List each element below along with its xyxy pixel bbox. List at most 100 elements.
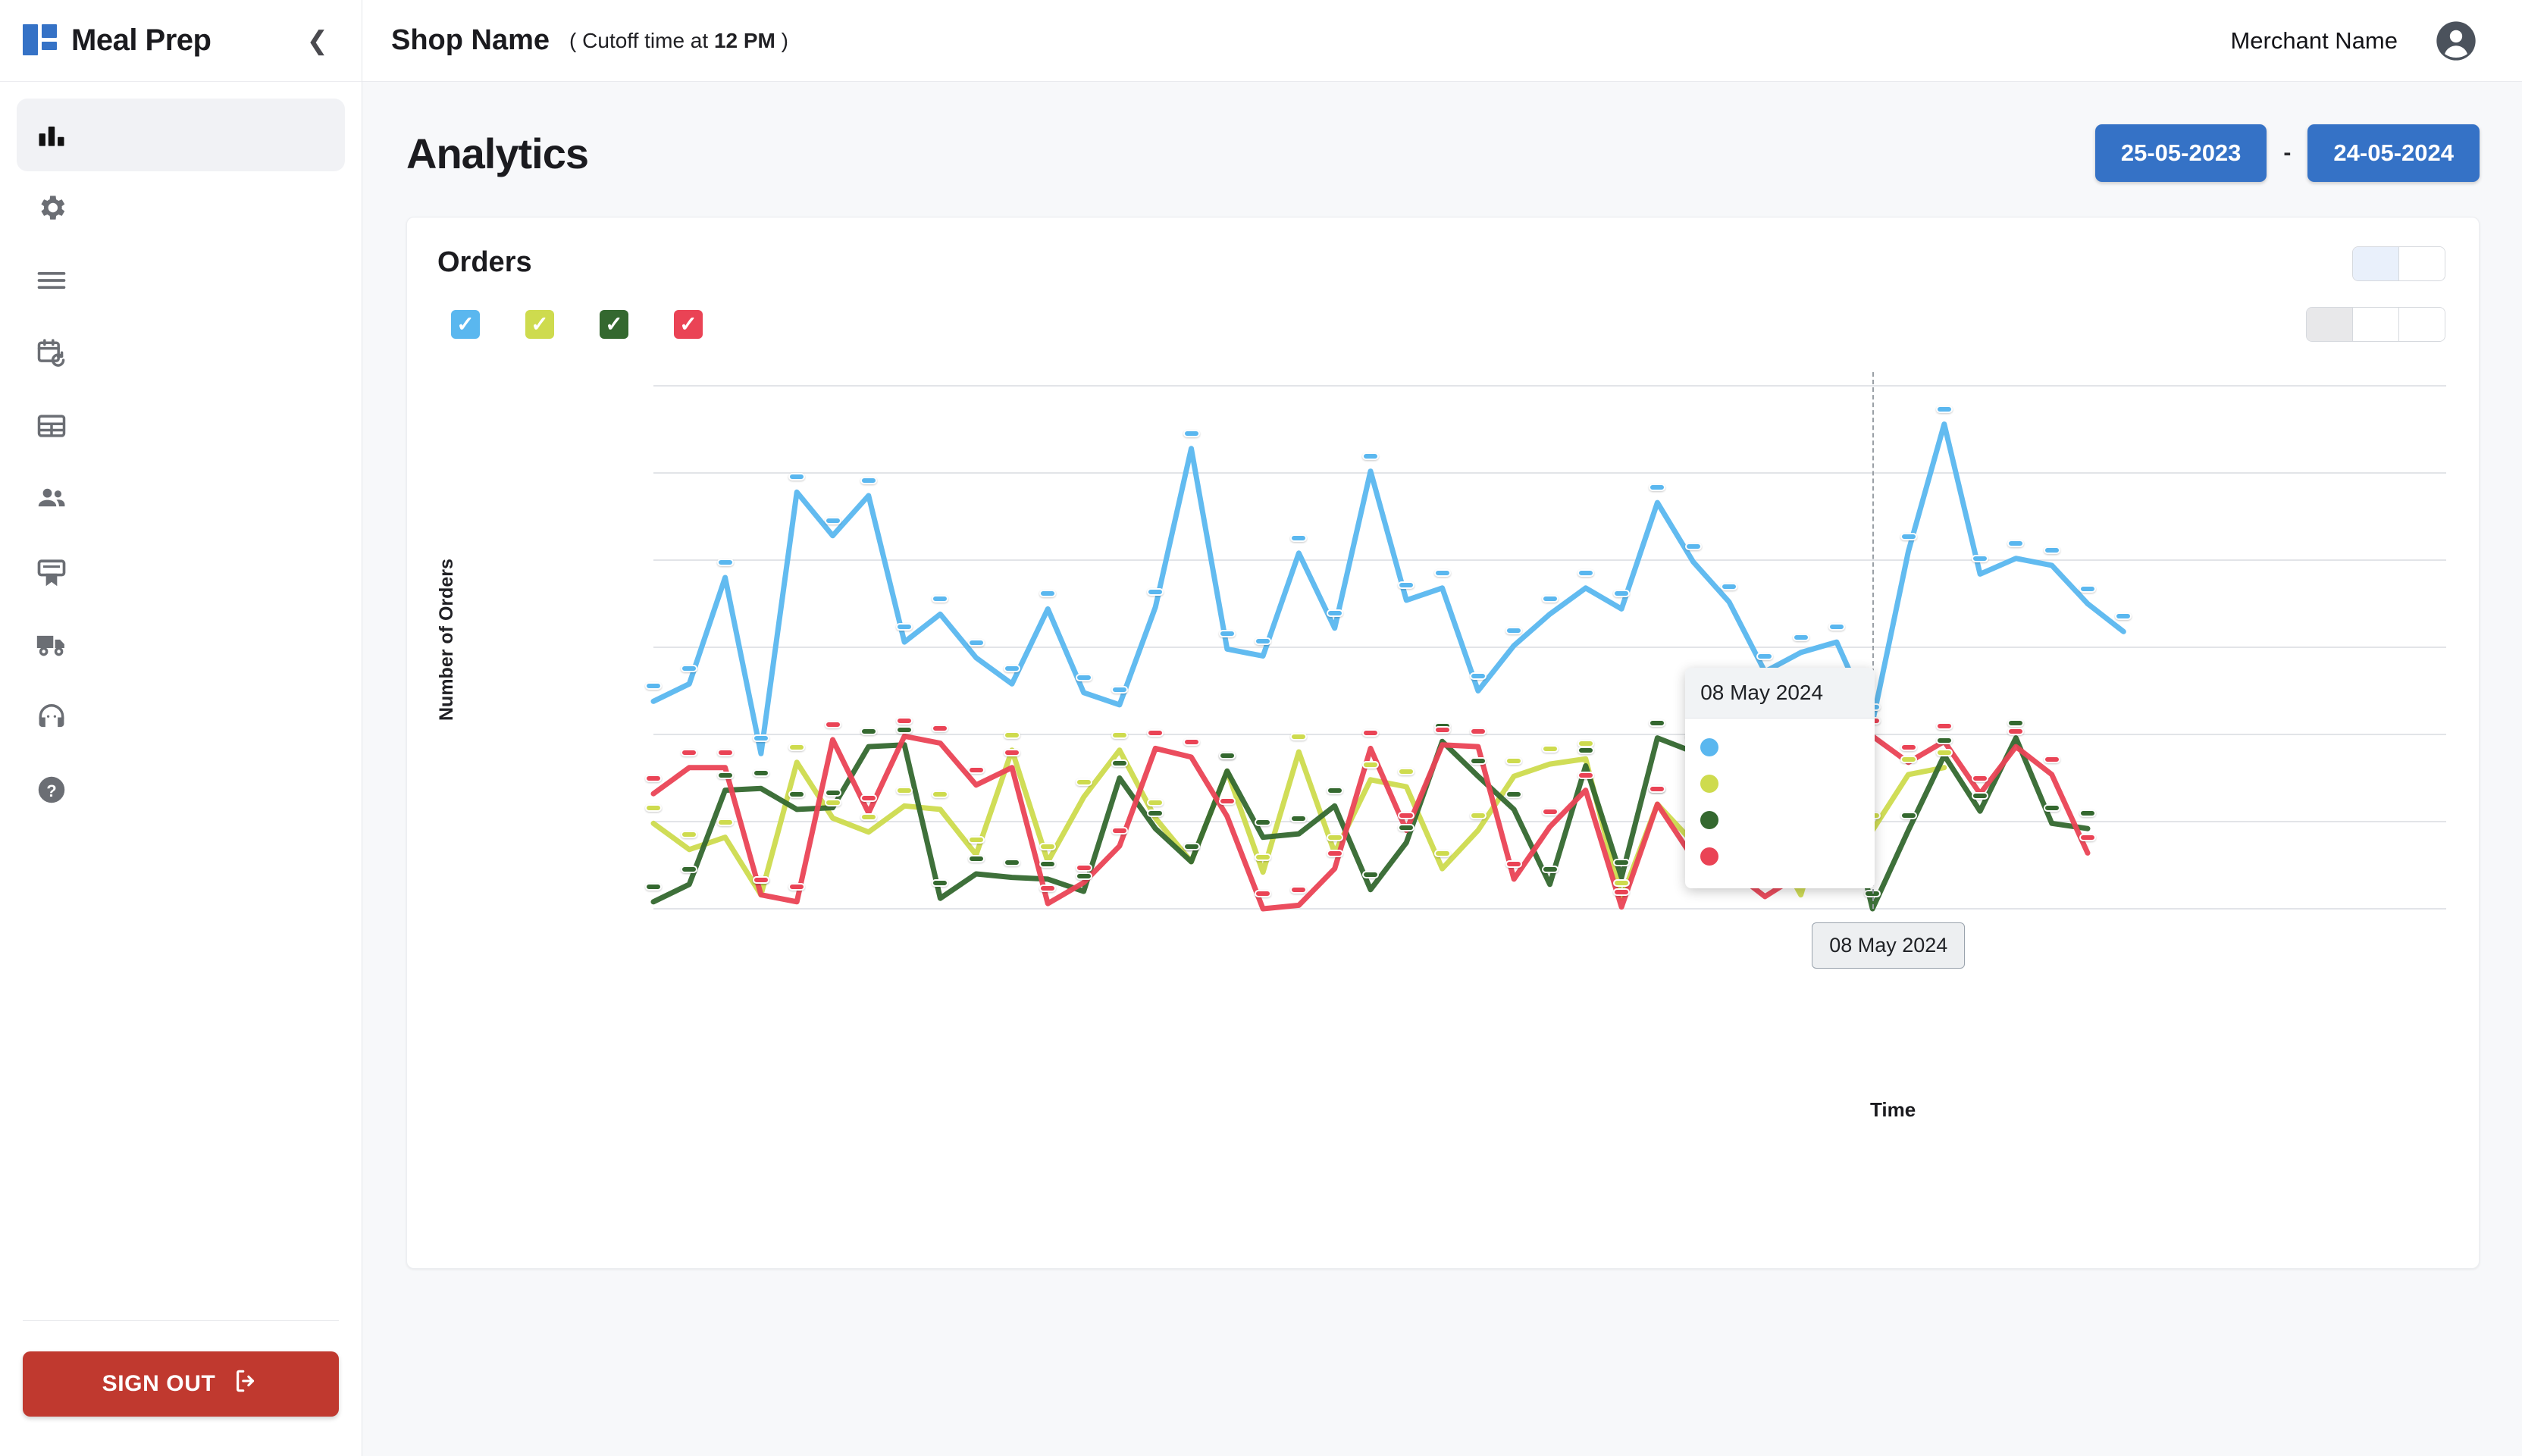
- cutoff-prefix: ( Cutoff time at: [569, 29, 714, 52]
- data-point-label: [1183, 738, 1200, 746]
- data-point-label: [1255, 637, 1271, 645]
- data-point-label: [1613, 859, 1630, 866]
- data-point-label: [1327, 834, 1343, 841]
- sidebar-item-shop-menu[interactable]: [17, 244, 345, 317]
- orders-card-title: Orders: [437, 246, 532, 279]
- legend-item-cancelled[interactable]: ✓: [674, 310, 715, 339]
- data-point-label: [1327, 850, 1343, 857]
- sign-out-button[interactable]: SIGN OUT: [23, 1351, 339, 1417]
- data-point-label: [1147, 809, 1164, 817]
- data-point-label: [1290, 534, 1307, 542]
- sidebar-item-analytics[interactable]: [17, 99, 345, 171]
- period-tab-month[interactable]: [2398, 308, 2445, 341]
- data-point-label: [1327, 787, 1343, 794]
- sidebar-item-bundles[interactable]: [17, 390, 345, 462]
- date-range-separator: -: [2283, 140, 2291, 166]
- data-point-label: [1972, 775, 1988, 782]
- sign-out-label: SIGN OUT: [102, 1371, 216, 1397]
- data-point-label: [968, 855, 985, 863]
- data-point-label: [1434, 726, 1451, 734]
- date-to-button[interactable]: 24-05-2024: [2307, 124, 2480, 182]
- date-from-button[interactable]: 25-05-2023: [2095, 124, 2267, 182]
- data-point-label: [2044, 546, 2060, 554]
- data-point-label: [1828, 623, 1845, 631]
- sidebar-item-orders-19[interactable]: [17, 608, 345, 681]
- grid-table-icon: [33, 408, 70, 444]
- data-point-label: [1362, 729, 1379, 737]
- data-point-label: [2079, 809, 2096, 817]
- data-point-label: [1398, 581, 1415, 589]
- data-point-label: [753, 769, 769, 777]
- data-point-label: [1076, 864, 1092, 872]
- legend-item-completed[interactable]: ✓: [600, 310, 641, 339]
- data-point-label: [1362, 871, 1379, 878]
- data-point-label: [1039, 843, 1056, 850]
- tooltip-title: 08 May 2024: [1685, 668, 1875, 719]
- data-point-label: [968, 639, 985, 647]
- view-tab-chart[interactable]: [2353, 247, 2398, 280]
- data-point-label: [2079, 585, 2096, 593]
- tooltip-row: [1700, 766, 1859, 802]
- checkbox-all[interactable]: ✓: [451, 310, 480, 339]
- sidebar-item-support-2[interactable]: [17, 681, 345, 753]
- orders-line-chart[interactable]: Number of Orders Time 08 May 2024 08 May…: [407, 372, 2479, 1153]
- svg-text:?: ?: [46, 781, 56, 800]
- data-point-label: [788, 883, 805, 891]
- data-point-label: [1972, 792, 1988, 800]
- sidebar-item-shop-configs[interactable]: [17, 171, 345, 244]
- checkbox-cancelled[interactable]: ✓: [674, 310, 703, 339]
- tooltip-rows: [1685, 719, 1875, 888]
- app-logo-icon: [23, 24, 58, 58]
- data-point-label: [1900, 812, 1917, 819]
- gear-icon: [33, 189, 70, 226]
- data-point-label: [645, 775, 662, 782]
- sidebar-nav: ?: [0, 82, 362, 1320]
- logout-icon: [233, 1368, 259, 1400]
- data-point-label: [896, 726, 913, 734]
- data-point-label: [1577, 772, 1594, 779]
- data-point-label: [1255, 819, 1271, 826]
- sidebar-item-subscriptions[interactable]: [17, 535, 345, 608]
- period-tab-week[interactable]: [2352, 308, 2398, 341]
- data-point-label: [1505, 860, 1522, 868]
- data-point-label: [1505, 791, 1522, 798]
- divider: [23, 1320, 339, 1321]
- data-point-label: [1362, 452, 1379, 460]
- data-point-label: [1936, 737, 1953, 744]
- calendar-restore-icon: [33, 335, 70, 371]
- data-point-label: [1398, 768, 1415, 775]
- user-avatar-icon[interactable]: [2433, 17, 2480, 64]
- legend-item-all[interactable]: ✓: [451, 310, 492, 339]
- sidebar-item-customers[interactable]: [17, 462, 345, 535]
- data-point-label: [1505, 757, 1522, 765]
- data-point-label: [1613, 879, 1630, 887]
- data-point-label: [1936, 749, 1953, 756]
- period-toggle: [2306, 307, 2445, 342]
- data-point-label: [1470, 672, 1487, 680]
- data-point-label: [1398, 812, 1415, 819]
- data-point-label: [1255, 853, 1271, 861]
- legend-item-pending[interactable]: ✓: [525, 310, 566, 339]
- data-point-label: [1434, 850, 1451, 857]
- data-point-label: [1183, 430, 1200, 437]
- sidebar-item-how-to-use[interactable]: ?: [17, 753, 345, 826]
- data-point-label: [860, 477, 877, 484]
- checkbox-completed[interactable]: ✓: [600, 310, 628, 339]
- view-tab-table[interactable]: [2398, 247, 2445, 280]
- data-point-label: [1111, 731, 1128, 739]
- data-point-label: [1434, 569, 1451, 577]
- checkbox-pending[interactable]: ✓: [525, 310, 554, 339]
- period-tab-day[interactable]: [2307, 308, 2352, 341]
- sidebar-item-template-cycles[interactable]: [17, 317, 345, 390]
- cutoff-value: 12 PM: [714, 29, 775, 52]
- data-point-label: [1972, 555, 1988, 562]
- data-point-label: [1039, 590, 1056, 597]
- main-content: Shop Name ( Cutoff time at 12 PM ) Merch…: [362, 0, 2522, 1456]
- data-point-label: [788, 744, 805, 751]
- data-point-label: [1470, 812, 1487, 819]
- data-point-label: [681, 866, 697, 873]
- data-point-label: [1649, 785, 1665, 793]
- chevron-left-icon[interactable]: ❮: [299, 25, 337, 57]
- shop-name: Shop Name: [391, 24, 550, 57]
- data-point-label: [1290, 886, 1307, 894]
